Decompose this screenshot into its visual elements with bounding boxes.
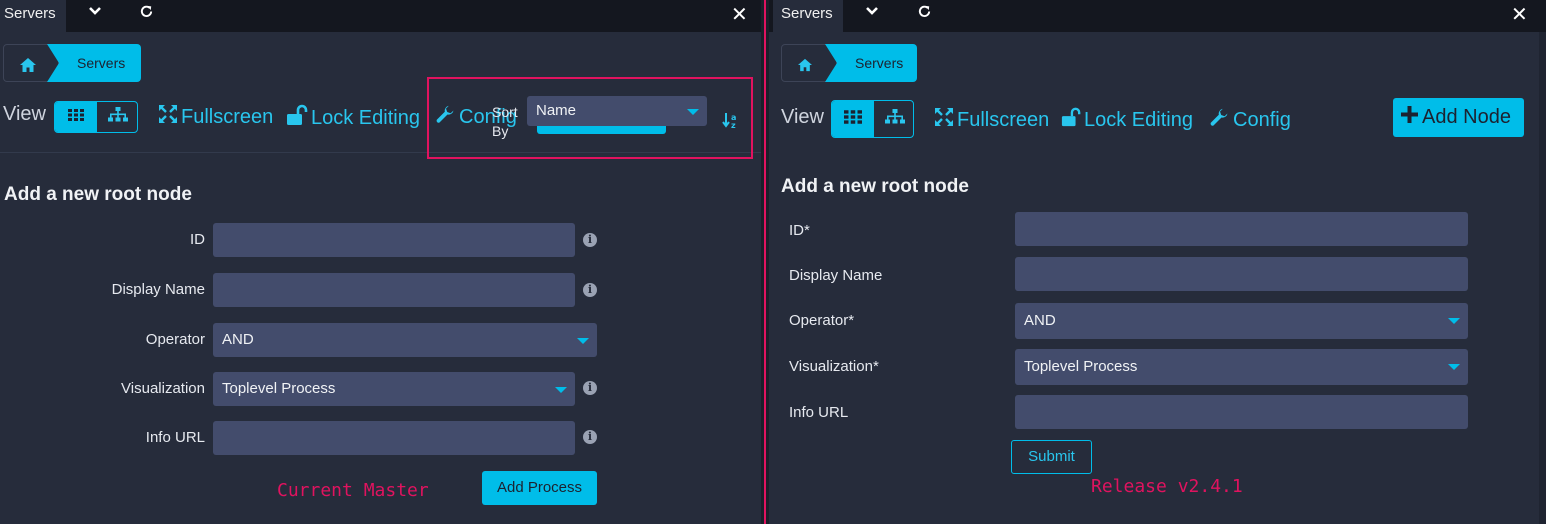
lock-editing-label: Lock Editing (1084, 108, 1193, 131)
home-icon (19, 57, 37, 78)
lock-editing-label: Lock Editing (311, 106, 420, 129)
annotation-release: Release v2.4.1 (1091, 476, 1243, 497)
operator-label: Operator* (789, 312, 855, 329)
visualization-label: Visualization* (789, 358, 879, 375)
fullscreen-button[interactable]: Fullscreen (158, 104, 273, 130)
fullscreen-label: Fullscreen (957, 108, 1050, 131)
chevron-down-icon[interactable] (88, 4, 102, 23)
fullscreen-label: Fullscreen (181, 105, 274, 128)
id-label: ID* (789, 222, 810, 239)
highlight-box (427, 77, 753, 159)
operator-value: AND (222, 331, 254, 348)
info-url-label: Info URL (145, 429, 205, 446)
info-url-field[interactable] (213, 421, 575, 455)
visualization-value: Toplevel Process (222, 380, 336, 397)
breadcrumb-home[interactable] (781, 44, 837, 82)
tree-view-button[interactable] (874, 101, 913, 137)
right-panel: Servers ✕ Servers View Fullscreen Lock E… (769, 0, 1546, 524)
operator-select[interactable]: AND (1015, 303, 1468, 339)
left-panel: Servers ✕ Servers View Fullscreen Lock E… (0, 0, 761, 524)
wrench-icon (1210, 107, 1230, 133)
refresh-icon[interactable] (139, 4, 154, 24)
visualization-value: Toplevel Process (1024, 358, 1138, 375)
tree-view-button[interactable] (97, 102, 137, 132)
view-toggle-group (831, 100, 914, 138)
form-title: Add a new root node (781, 176, 969, 197)
add-process-button[interactable]: Add Process (482, 471, 597, 505)
grid-view-button[interactable] (55, 102, 97, 132)
view-label: View (781, 106, 824, 128)
visualization-label: Visualization (121, 380, 205, 397)
view-label: View (3, 103, 46, 125)
id-label: ID (190, 231, 205, 248)
caret-down-icon (1448, 364, 1460, 370)
config-label: Config (1233, 108, 1291, 131)
caret-down-icon (555, 387, 567, 393)
operator-label: Operator (145, 331, 205, 348)
display-name-field[interactable] (213, 273, 575, 307)
info-icon[interactable]: i (583, 283, 597, 297)
lock-editing-button[interactable]: Lock Editing (286, 104, 420, 132)
caret-down-icon (1448, 318, 1460, 324)
operator-value: AND (1024, 312, 1056, 329)
close-icon[interactable]: ✕ (731, 2, 748, 27)
unlock-icon (286, 104, 308, 132)
info-icon[interactable]: i (583, 233, 597, 247)
id-field[interactable] (1015, 212, 1468, 246)
add-node-button[interactable]: Add Node (1393, 98, 1524, 137)
info-icon[interactable]: i (583, 430, 597, 444)
refresh-icon[interactable] (917, 4, 932, 24)
home-icon (797, 58, 813, 77)
plus-icon (1401, 106, 1418, 129)
chevron-down-icon[interactable] (865, 4, 879, 23)
config-button[interactable]: Config (1210, 107, 1291, 133)
operator-select[interactable]: AND (213, 323, 597, 357)
annotation-current-master: Current Master (277, 480, 429, 501)
right-tab-servers[interactable]: Servers (773, 0, 843, 32)
left-top-bar: Servers ✕ (0, 0, 761, 32)
left-tab-servers[interactable]: Servers (0, 0, 66, 32)
info-icon[interactable]: i (583, 381, 597, 395)
expand-arrows-icon (934, 107, 954, 133)
expand-arrows-icon (158, 104, 178, 130)
id-field[interactable] (213, 223, 575, 257)
divider-line (764, 0, 766, 524)
grid-icon (68, 108, 84, 126)
grid-icon (844, 109, 862, 129)
fullscreen-button[interactable]: Fullscreen (934, 107, 1049, 133)
breadcrumb-current[interactable]: Servers (47, 44, 141, 82)
sitemap-icon (108, 106, 128, 128)
lock-editing-button[interactable]: Lock Editing (1061, 107, 1193, 133)
scrollbar-track[interactable] (1539, 32, 1546, 524)
sitemap-icon (885, 108, 905, 130)
display-name-label: Display Name (111, 281, 205, 298)
visualization-select[interactable]: Toplevel Process (1015, 349, 1468, 385)
unlock-icon (1061, 107, 1081, 133)
breadcrumb-current[interactable]: Servers (825, 44, 917, 82)
grid-view-button[interactable] (832, 101, 874, 137)
display-name-label: Display Name (789, 267, 883, 284)
info-url-label: Info URL (789, 404, 849, 421)
visualization-select[interactable]: Toplevel Process (213, 372, 575, 406)
right-top-bar: Servers ✕ (769, 0, 1546, 32)
view-toggle-group (54, 101, 138, 133)
form-title: Add a new root node (4, 184, 192, 205)
close-icon[interactable]: ✕ (1511, 2, 1528, 27)
add-node-label: Add Node (1422, 106, 1511, 128)
display-name-field[interactable] (1015, 257, 1468, 291)
submit-button[interactable]: Submit (1011, 440, 1092, 474)
caret-down-icon (577, 338, 589, 344)
info-url-field[interactable] (1015, 395, 1468, 429)
